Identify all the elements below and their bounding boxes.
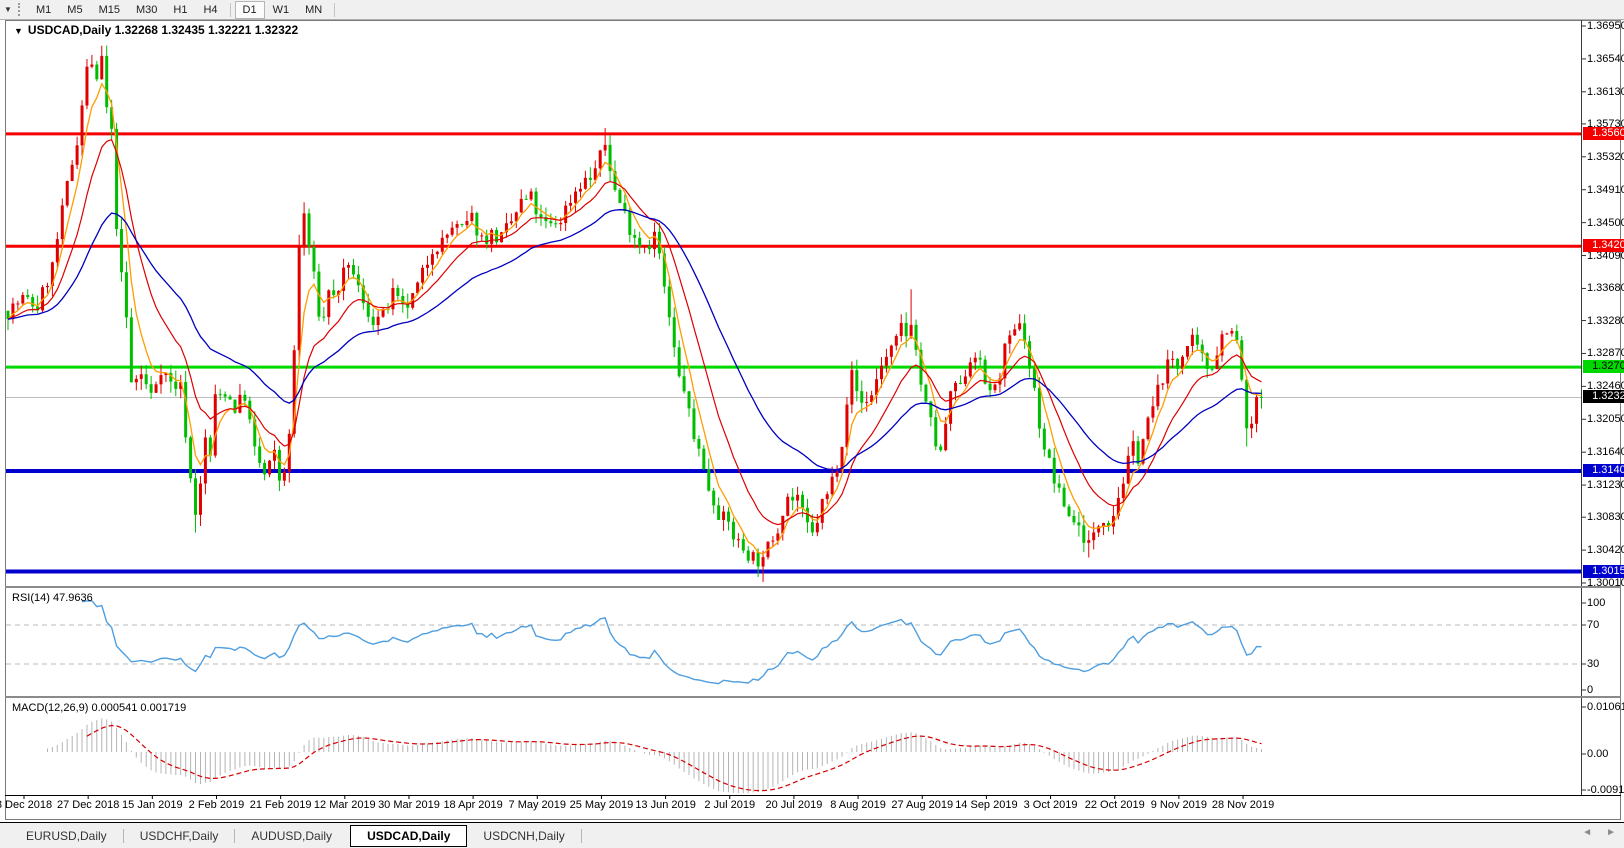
pane-divider-rsi[interactable]: [5, 586, 1621, 588]
pane-divider-macd[interactable]: [5, 696, 1621, 698]
chart-title: ▼ USDCAD,Daily 1.32268 1.32435 1.32221 1.…: [14, 23, 298, 37]
price-tick-label: 1.35320: [1587, 151, 1624, 163]
symbol-tab-usdchf[interactable]: USDCHF,Daily: [124, 826, 235, 846]
rsi-tick-label: 0: [1587, 684, 1593, 696]
collapse-triangle-icon[interactable]: ▼: [14, 26, 23, 36]
macd-label: MACD(12,26,9) 0.000541 0.001719: [12, 702, 186, 714]
rsi-tick-label: 30: [1587, 658, 1599, 670]
toolbar-separator: [230, 3, 231, 17]
symbol-tab-usdcnh[interactable]: USDCNH,Daily: [467, 826, 580, 846]
price-chart-canvas[interactable]: [0, 0, 1624, 848]
price-tick-label: 1.36540: [1587, 53, 1624, 65]
toolbar-grip[interactable]: [18, 3, 23, 16]
price-tick-label: 1.30420: [1587, 544, 1624, 556]
timeframe-button-h1[interactable]: H1: [165, 1, 195, 19]
price-tick-label: 1.33680: [1587, 282, 1624, 294]
price-tick-label: 1.36130: [1587, 86, 1624, 98]
time-axis-separator: [5, 795, 1621, 796]
timeframe-button-m15[interactable]: M15: [91, 1, 128, 19]
chart-dropdown-icon[interactable]: ▼: [0, 1, 16, 18]
timeframe-button-m30[interactable]: M30: [128, 1, 165, 19]
tab-separator: [581, 829, 582, 843]
level-price-badge: 1.32700: [1583, 360, 1624, 373]
timeframe-button-h4[interactable]: H4: [195, 1, 225, 19]
macd-tick-label: 0.010615: [1587, 701, 1624, 713]
timeframe-button-d1[interactable]: D1: [235, 1, 265, 19]
price-tick-label: 1.33280: [1587, 315, 1624, 327]
macd-tick-label: -0.009181: [1587, 784, 1624, 796]
rsi-tick-label: 100: [1587, 597, 1605, 609]
chart-title-text: USDCAD,Daily 1.32268 1.32435 1.32221 1.3…: [28, 23, 298, 37]
price-tick-label: 1.36950: [1587, 20, 1624, 32]
price-tick-label: 1.32050: [1587, 413, 1624, 425]
timeframe-button-mn[interactable]: MN: [297, 1, 330, 19]
symbol-tab-bar: EURUSD,DailyUSDCHF,DailyAUDUSD,DailyUSDC…: [0, 822, 1624, 848]
tab-scroll-left-icon[interactable]: ◄: [1582, 827, 1592, 838]
price-tick-label: 1.32870: [1587, 347, 1624, 359]
level-price-badge: 1.31405: [1583, 464, 1624, 477]
macd-tick-label: 0.00: [1587, 748, 1608, 760]
level-price-badge: 1.34206: [1583, 239, 1624, 252]
rsi-label: RSI(14) 47.9636: [12, 592, 93, 604]
price-tick-label: 1.30830: [1587, 511, 1624, 523]
price-axis-separator: [1581, 20, 1582, 795]
price-tick-label: 1.30010: [1587, 577, 1624, 589]
symbol-tab-eurusd[interactable]: EURUSD,Daily: [10, 826, 123, 846]
current-price-badge: 1.32322: [1583, 390, 1624, 403]
timeframe-button-w1[interactable]: W1: [265, 1, 298, 19]
tab-scroll-right-icon[interactable]: ►: [1606, 827, 1616, 838]
timeframe-toolbar: ▼ M1M5M15M30H1H4 D1W1MN: [0, 0, 1624, 20]
price-tick-label: 1.31640: [1587, 446, 1624, 458]
price-tick-label: 1.34910: [1587, 184, 1624, 196]
price-tick-label: 1.34500: [1587, 217, 1624, 229]
rsi-tick-label: 70: [1587, 619, 1599, 631]
date-tick-label: 28 Nov 2019: [1198, 799, 1288, 811]
level-price-badge: 1.35606: [1583, 127, 1624, 140]
level-price-badge: 1.30153: [1583, 565, 1624, 578]
symbol-tab-audusd[interactable]: AUDUSD,Daily: [235, 826, 348, 846]
symbol-tab-usdcad[interactable]: USDCAD,Daily: [350, 825, 467, 847]
toolbar-separator: [334, 3, 335, 17]
timeframe-button-m5[interactable]: M5: [59, 1, 90, 19]
price-tick-label: 1.31230: [1587, 479, 1624, 491]
timeframe-button-m1[interactable]: M1: [28, 1, 59, 19]
